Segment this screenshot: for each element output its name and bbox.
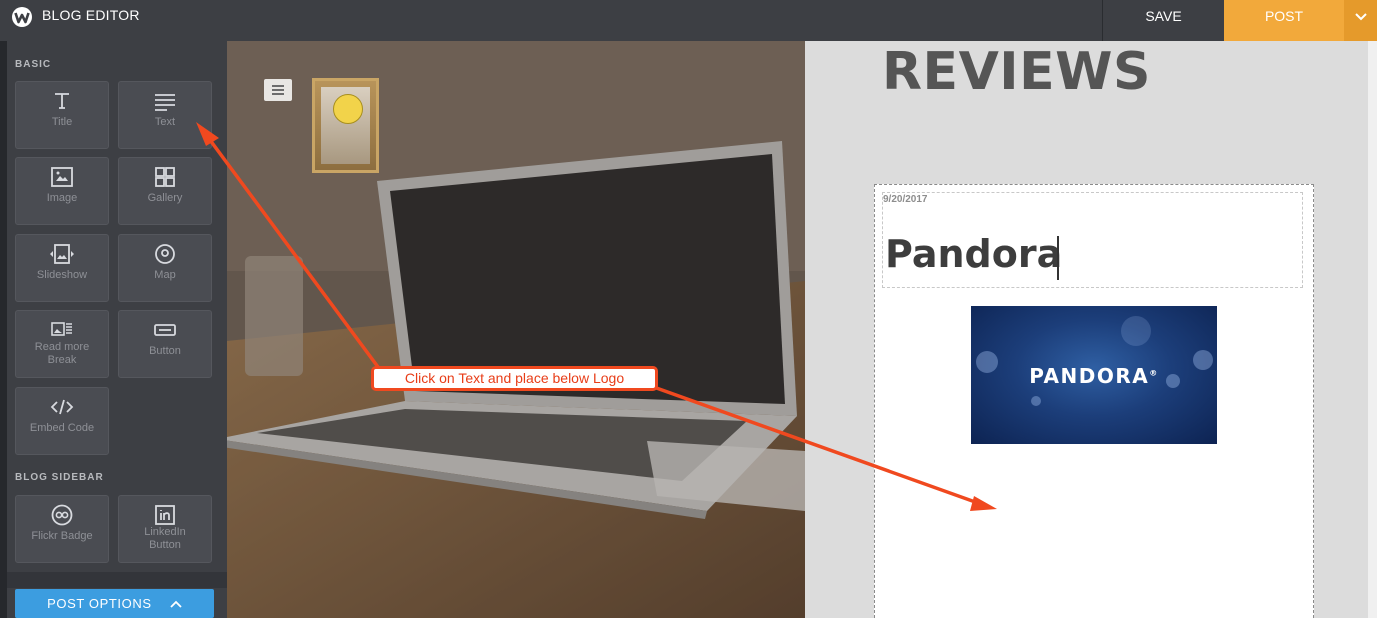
element-tile-flickr-badge[interactable]: Flickr Badge: [15, 495, 109, 563]
element-tile-button[interactable]: Button: [118, 310, 212, 378]
sidebar-edge: [0, 41, 7, 618]
tile-label: Text: [154, 116, 176, 128]
site-logo-image[interactable]: [312, 78, 379, 173]
element-tile-map[interactable]: Map: [118, 234, 212, 302]
post-options-button[interactable]: POST OPTIONS: [15, 589, 214, 618]
flickr-icon: [51, 504, 73, 526]
annotation-callout: Click on Text and place below Logo: [371, 366, 658, 391]
hamburger-menu-icon[interactable]: [264, 79, 292, 101]
button-icon: [154, 324, 176, 336]
tile-label: Slideshow: [36, 269, 88, 281]
scrollbar[interactable]: [1368, 41, 1377, 618]
tile-label: Title: [51, 116, 73, 128]
element-tile-title[interactable]: Title: [15, 81, 109, 149]
map-pin-icon: [155, 244, 175, 264]
pandora-logo-image[interactable]: PANDORA®: [971, 306, 1217, 444]
slideshow-icon: [50, 244, 74, 264]
post-date[interactable]: 9/20/2017: [883, 194, 928, 205]
post-dropdown-button[interactable]: [1344, 0, 1377, 41]
tile-label: Read more Break: [34, 341, 90, 366]
post-button[interactable]: POST: [1224, 0, 1344, 41]
post-title[interactable]: Pandora: [885, 232, 1062, 276]
app-title: BLOG EDITOR: [42, 7, 140, 23]
element-tile-image[interactable]: Image: [15, 157, 109, 225]
title-icon: [55, 93, 69, 109]
element-tile-slideshow[interactable]: Slideshow: [15, 234, 109, 302]
text-cursor: [1057, 236, 1059, 280]
tile-label: LinkedIn Button: [144, 526, 186, 551]
tile-label: Embed Code: [29, 422, 95, 434]
tile-label: Image: [46, 192, 78, 204]
pandora-wordmark: PANDORA®: [1029, 364, 1159, 388]
post-options-label: POST OPTIONS: [47, 596, 152, 611]
element-tile-embed-code[interactable]: Embed Code: [15, 387, 109, 455]
page-heading[interactable]: REVIEWS: [882, 42, 1151, 102]
image-icon: [51, 167, 73, 187]
tile-label: Gallery: [147, 192, 183, 204]
tile-label: Flickr Badge: [31, 530, 93, 542]
logo-frame-inner: [321, 87, 370, 164]
section-label-blog-sidebar: BLOG SIDEBAR: [15, 472, 104, 483]
element-tile-read-more[interactable]: Read more Break: [15, 310, 109, 378]
element-tile-linkedin-button[interactable]: LinkedIn Button: [118, 495, 212, 563]
element-tile-text[interactable]: Text: [118, 81, 212, 149]
gallery-icon: [155, 167, 175, 187]
chevron-up-icon: [170, 600, 182, 608]
section-label-basic: BASIC: [15, 59, 52, 70]
tile-label: Button: [149, 345, 181, 357]
linkedin-icon: [155, 505, 175, 525]
embed-code-icon: [50, 399, 74, 415]
chevron-down-icon: [1354, 13, 1367, 21]
blog-editor: BLOG EDITOR SAVE POST BASIC Title Text I…: [0, 0, 1377, 618]
weebly-logo-icon: [12, 7, 32, 27]
save-button[interactable]: SAVE: [1102, 0, 1224, 41]
tile-label: Map: [154, 269, 176, 281]
sidebar-scroll-fade: [7, 572, 227, 588]
element-tile-gallery[interactable]: Gallery: [118, 157, 212, 225]
read-more-icon: [51, 322, 72, 336]
sad-face-icon: [333, 94, 363, 124]
text-icon: [155, 94, 175, 111]
